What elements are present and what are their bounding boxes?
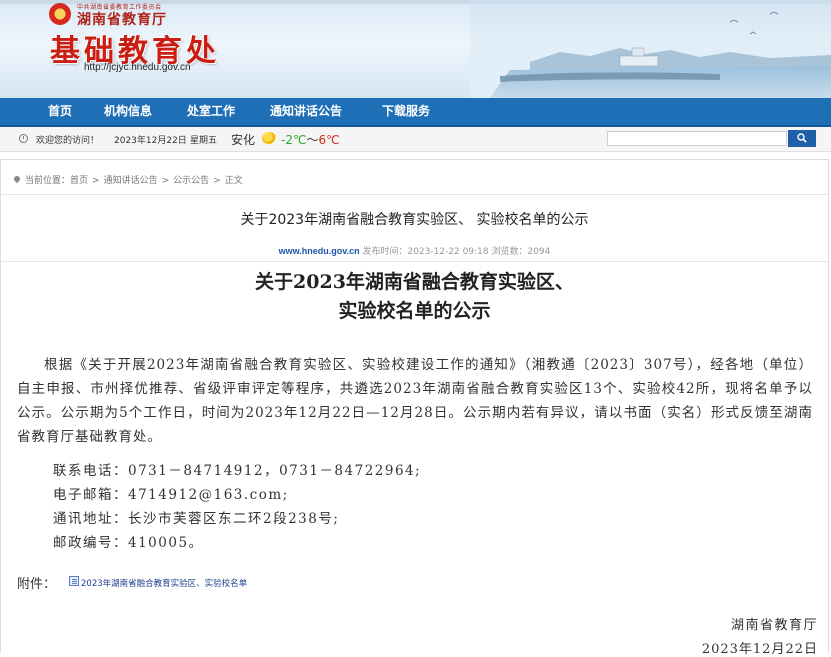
publish-label: 发布时间： bbox=[362, 247, 408, 257]
weather-city: 安化 bbox=[231, 133, 256, 147]
publish-time: 2023-12-22 09:18 bbox=[407, 247, 489, 257]
temp-high: 6℃ bbox=[318, 133, 340, 147]
search-icon bbox=[797, 133, 807, 143]
breadcrumb-home[interactable]: 首页 bbox=[70, 176, 88, 186]
main-nav: 首页 机构信息 处室工作 通知讲话公告 下载服务 bbox=[0, 98, 831, 127]
search-button[interactable] bbox=[788, 130, 816, 147]
current-weekday: 星期五 bbox=[190, 136, 218, 146]
breadcrumb: 当前位置：首页 > 通知讲话公告 > 公示公告 > 正文 bbox=[12, 173, 243, 186]
contact-postcode: 邮政编号：410005。 bbox=[53, 535, 204, 551]
article-meta: www.hnedu.gov.cn 发布时间：2023-12-22 09:18 浏… bbox=[1, 244, 828, 257]
nav-item-notices[interactable]: 通知讲话公告 bbox=[270, 98, 342, 125]
breadcrumb-current: 正文 bbox=[224, 176, 243, 186]
divider bbox=[1, 261, 828, 262]
nav-item-home[interactable]: 首页 bbox=[48, 98, 72, 125]
breadcrumb-announcements[interactable]: 公示公告 bbox=[173, 176, 209, 186]
breadcrumb-prefix: 当前位置： bbox=[25, 176, 71, 186]
document-heading-line1: 关于2023年湖南省融合教育实验区、 bbox=[255, 271, 574, 293]
nav-item-downloads[interactable]: 下载服务 bbox=[382, 98, 430, 125]
weather-temperature: -2℃～6℃ bbox=[281, 131, 340, 148]
document-icon bbox=[69, 576, 79, 586]
attachment-label: 附件： bbox=[17, 577, 57, 592]
signature-org: 湖南省教育厅 bbox=[730, 618, 818, 633]
views-label: 浏览数： bbox=[491, 247, 528, 257]
contact-email: 电子邮箱：4714912@163.com; bbox=[53, 487, 289, 503]
article-body: 根据《关于开展2023年湖南省融合教育实验区、实验校建设工作的通知》（湘教通〔2… bbox=[17, 357, 813, 445]
nav-item-department-work[interactable]: 处室工作 bbox=[187, 98, 235, 125]
welcome-greeting: 欢迎您的访问！ bbox=[36, 136, 100, 146]
breadcrumb-separator: > bbox=[161, 176, 170, 186]
document-heading-line2: 实验校名单的公示 bbox=[338, 300, 491, 322]
signature-date: 2023年12月22日 bbox=[701, 642, 818, 657]
site-header: 中共湖南省委教育工作委员会 湖南省教育厅 基础教育处 http://jcjyc.… bbox=[0, 0, 831, 98]
lake-scenery-banner bbox=[470, 0, 831, 98]
views-count: 2094 bbox=[527, 247, 551, 257]
article-container: 当前位置：首页 > 通知讲话公告 > 公示公告 > 正文 关于2023年湖南省融合教育实验区… bbox=[0, 159, 829, 657]
breadcrumb-separator: > bbox=[92, 176, 100, 186]
contact-phone: 联系电话：0731－84714912，0731－84722964; bbox=[53, 463, 422, 479]
temp-separator: ～ bbox=[306, 133, 319, 147]
national-emblem-icon bbox=[49, 3, 71, 25]
location-pin-icon bbox=[12, 174, 22, 184]
clock-icon bbox=[19, 134, 28, 143]
article-source: www.hnedu.gov.cn bbox=[278, 246, 360, 256]
document-heading: 关于2023年湖南省融合教育实验区、 实验校名单的公示 bbox=[1, 268, 828, 326]
contact-address: 通讯地址：长沙市芙蓉区东二环2段238号; bbox=[53, 511, 340, 527]
search-input[interactable] bbox=[607, 131, 787, 146]
site-url: http://jcjyc.hnedu.gov.cn bbox=[84, 62, 191, 73]
current-date: 2023年12月22日 bbox=[114, 136, 187, 146]
sun-cloud-icon bbox=[262, 132, 276, 144]
breadcrumb-notices[interactable]: 通知讲话公告 bbox=[104, 176, 158, 186]
attachment-link[interactable]: 2023年湖南省融合教育实验区、实验校名单 bbox=[81, 577, 247, 589]
temp-low: -2℃ bbox=[281, 133, 307, 147]
divider bbox=[1, 194, 828, 195]
breadcrumb-separator: > bbox=[213, 176, 221, 186]
article-title: 关于2023年湖南省融合教育实验区、 实验校名单的公示 bbox=[240, 212, 589, 228]
nav-item-organization[interactable]: 机构信息 bbox=[104, 98, 152, 125]
